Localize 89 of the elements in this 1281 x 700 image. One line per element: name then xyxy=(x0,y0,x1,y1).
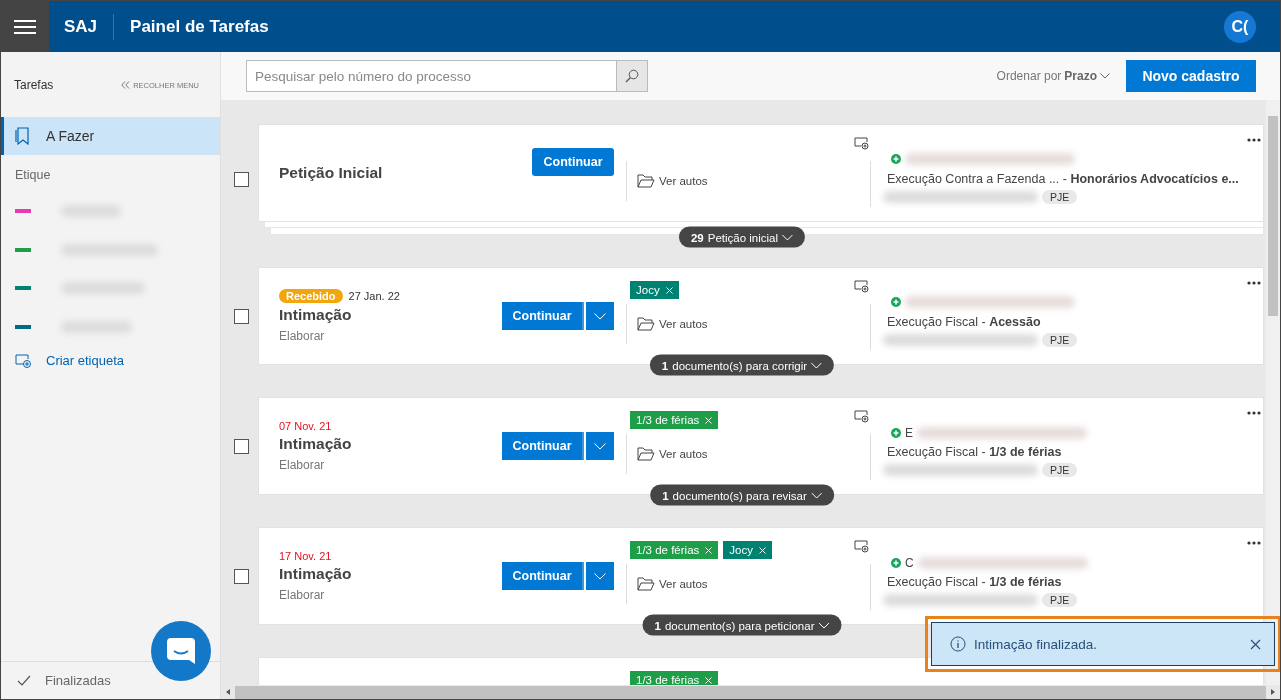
more-options-icon[interactable] xyxy=(1247,411,1261,415)
sort-dropdown[interactable]: Ordenar por Prazo xyxy=(996,69,1110,83)
process-description: Execução Contra a Fazenda ... - Honorários Advocatícios e... xyxy=(887,172,1240,186)
folder-icon xyxy=(637,317,655,331)
task-title: Intimação xyxy=(279,565,353,583)
caret-icon xyxy=(594,572,606,580)
chevron-down-icon xyxy=(782,234,794,240)
search-button[interactable] xyxy=(616,60,648,92)
folder-icon xyxy=(637,174,655,188)
chevron-down-icon xyxy=(818,622,830,628)
caret-icon xyxy=(594,442,606,450)
bookmark-icon xyxy=(15,127,29,145)
system-badge: PJE xyxy=(1042,593,1078,607)
task-step: Elaborar xyxy=(279,588,479,602)
new-record-button[interactable]: Novo cadastro xyxy=(1126,60,1256,92)
add-label-icon xyxy=(15,353,33,368)
task-step: Elaborar xyxy=(279,329,479,343)
folder-icon xyxy=(637,447,655,461)
view-records-link[interactable]: Ver autos xyxy=(626,434,708,474)
tag[interactable]: 1/3 de férias xyxy=(630,411,719,429)
check-icon xyxy=(17,674,31,687)
info-icon xyxy=(950,636,966,652)
add-label-icon[interactable] xyxy=(854,410,870,423)
documents-pill[interactable]: 1 documento(s) para corrigir xyxy=(649,354,835,376)
process-description: Execução Fiscal - 1/3 de férias xyxy=(887,445,1063,459)
documents-pill[interactable]: 1 documento(s) para peticionar xyxy=(642,614,842,636)
chat-bubble-icon xyxy=(166,637,196,665)
view-records-link[interactable]: Ver autos xyxy=(626,161,708,201)
chevron-down-icon xyxy=(810,492,822,498)
vertical-scrollbar[interactable] xyxy=(1266,100,1280,685)
checkbox[interactable] xyxy=(234,438,249,454)
menu-button[interactable] xyxy=(1,1,49,52)
continue-button[interactable]: Continuar xyxy=(502,432,584,460)
documents-pill[interactable]: 1 documento(s) para revisar xyxy=(650,484,834,506)
party-name: E xyxy=(905,426,913,440)
add-circle-icon xyxy=(891,558,901,568)
section-heading: Etique xyxy=(14,167,52,182)
continue-button[interactable]: Continuar xyxy=(532,148,614,176)
process-description: Execução Fiscal - Acessão xyxy=(887,315,1042,329)
sidebar-item[interactable]: A Fazer xyxy=(1,117,220,155)
add-label-icon[interactable] xyxy=(854,280,870,293)
search-icon xyxy=(625,69,639,83)
checkbox[interactable] xyxy=(234,172,249,187)
checkbox[interactable] xyxy=(234,308,249,324)
checkbox[interactable] xyxy=(234,568,249,584)
add-circle-icon xyxy=(891,297,901,307)
status-badge: Recebido xyxy=(279,289,343,303)
tag[interactable]: Jocy xyxy=(723,541,772,559)
add-circle-icon xyxy=(891,154,901,164)
user-avatar[interactable]: C( xyxy=(1224,10,1256,43)
more-options-icon[interactable] xyxy=(1247,138,1261,142)
task-title: Petição Inicial xyxy=(279,164,384,182)
chevron-down-icon xyxy=(1100,73,1110,79)
chevron-down-icon xyxy=(811,362,823,368)
tag[interactable]: 1/3 de férias xyxy=(630,671,719,685)
add-label-icon[interactable] xyxy=(854,540,870,553)
view-records-link[interactable]: Ver autos xyxy=(626,304,708,344)
system-badge: PJE xyxy=(1042,333,1078,347)
sidebar-title: Tarefas xyxy=(14,78,54,92)
system-badge: PJE xyxy=(1042,463,1078,477)
more-options-icon[interactable] xyxy=(1247,541,1261,545)
add-circle-icon xyxy=(891,428,901,438)
create-label-link[interactable]: Criar etiqueta xyxy=(1,346,220,368)
party-name: C xyxy=(905,556,914,570)
menu-icon xyxy=(14,18,36,35)
close-icon[interactable] xyxy=(1250,638,1261,650)
folder-icon xyxy=(637,577,655,591)
app-name: SAJ xyxy=(49,13,115,40)
system-badge: PJE xyxy=(1042,190,1078,204)
tag[interactable]: 1/3 de férias xyxy=(630,541,719,559)
double-chevron-icon xyxy=(121,81,131,89)
notification-message: Intimação finalizada. xyxy=(974,636,1099,652)
view-records-link[interactable]: Ver autos xyxy=(626,564,708,604)
due-date: 27 Jan. 22 xyxy=(348,290,400,302)
continue-button[interactable]: Continuar xyxy=(502,562,584,590)
due-date: 07 Nov. 21 xyxy=(279,420,332,432)
process-description: Execução Fiscal - 1/3 de férias xyxy=(887,575,1063,589)
task-step: Elaborar xyxy=(279,458,479,472)
page-title: Painel de Tarefas xyxy=(129,16,270,37)
add-label-icon[interactable] xyxy=(854,137,870,150)
caret-icon xyxy=(594,312,606,320)
documents-pill[interactable]: 29 Petição inicial xyxy=(678,226,806,248)
continue-button[interactable]: Continuar xyxy=(502,302,584,330)
task-title: Intimação xyxy=(279,435,353,453)
due-date: 17 Nov. 21 xyxy=(279,550,332,562)
search-field[interactable]: Pesquisar pelo número do processo xyxy=(246,60,616,92)
more-options-icon[interactable] xyxy=(1247,281,1261,285)
tag[interactable]: Jocy xyxy=(630,281,679,299)
task-title: Intimação xyxy=(279,306,353,324)
